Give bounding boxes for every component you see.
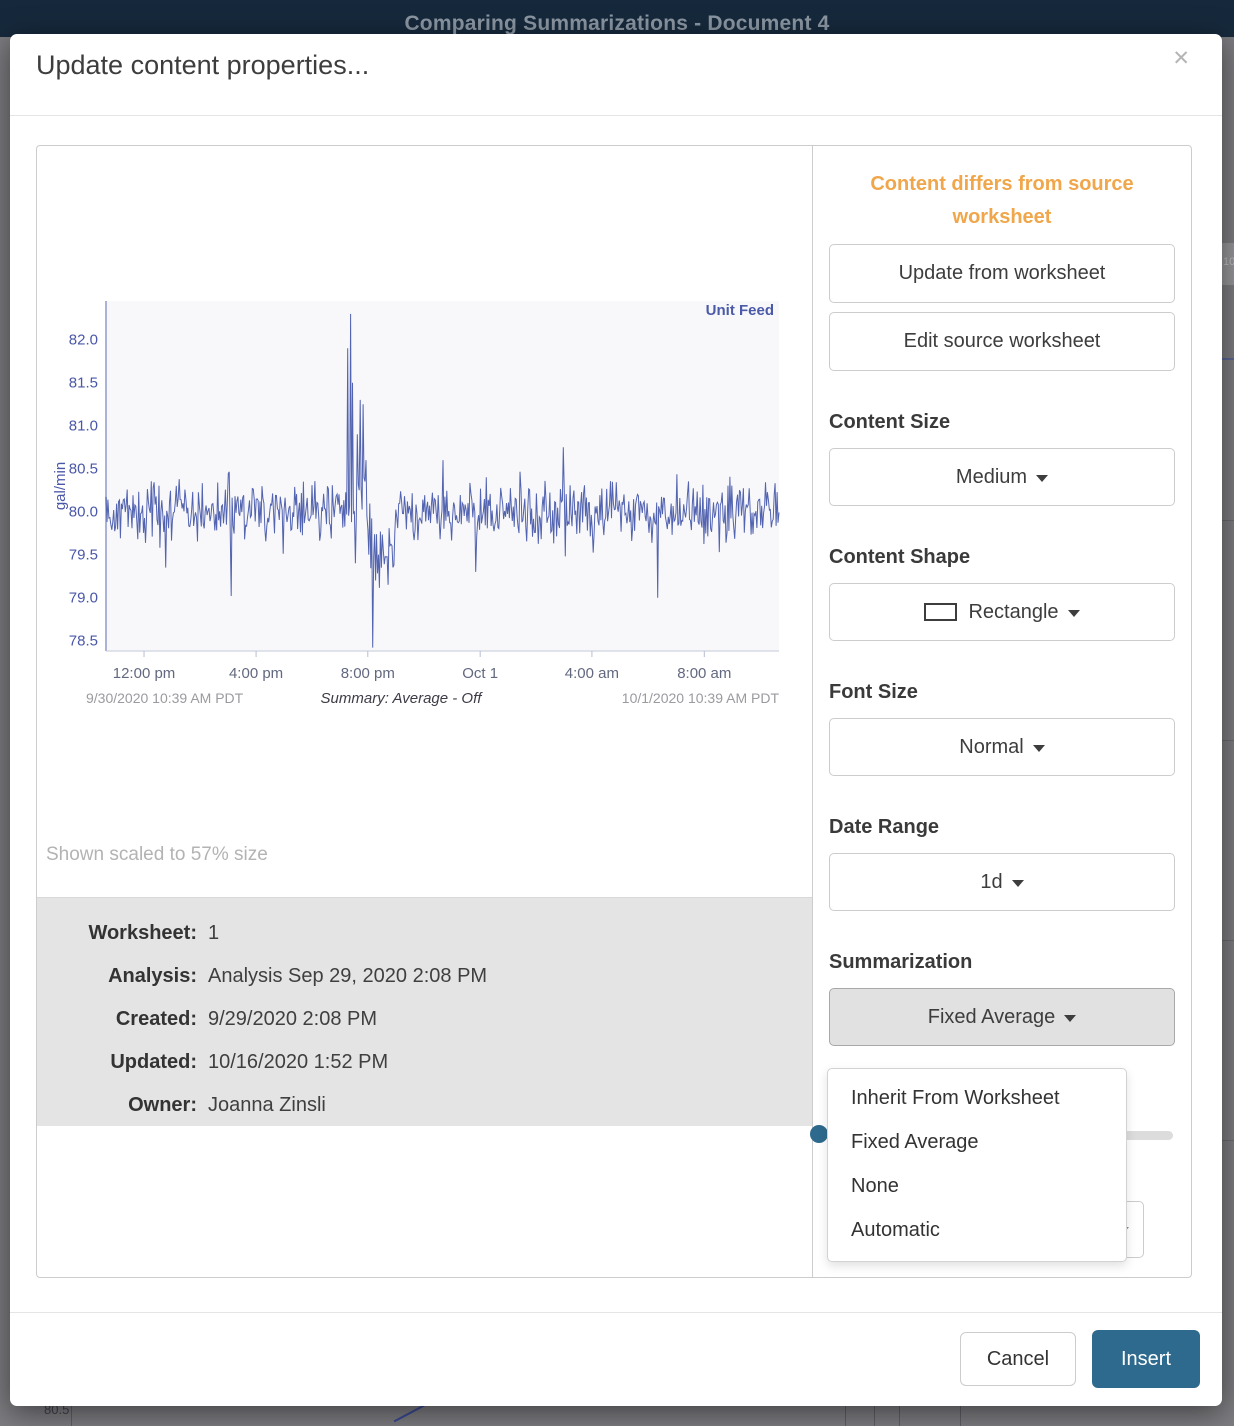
background-gridline bbox=[960, 1406, 961, 1426]
background-gridline bbox=[1222, 520, 1234, 521]
summarization-menu: Inherit From Worksheet Fixed Average Non… bbox=[827, 1068, 1127, 1262]
document-title: Comparing Summarizations - Document 4 bbox=[0, 12, 1234, 36]
x-tick-label: Oct 1 bbox=[462, 665, 498, 682]
background-gridline bbox=[1222, 740, 1234, 741]
y-tick-label: 81.0 bbox=[69, 418, 98, 435]
date-range-heading: Date Range bbox=[829, 816, 1175, 839]
y-tick-label: 79.5 bbox=[69, 547, 98, 564]
background-trend-line bbox=[1222, 358, 1234, 360]
update-content-properties-dialog: Update content properties... ✕ 78.579.07… bbox=[10, 34, 1222, 1406]
update-from-worksheet-button[interactable]: Update from worksheet bbox=[829, 244, 1175, 303]
content-shape-heading: Content Shape bbox=[829, 546, 1175, 569]
y-tick-label: 80.0 bbox=[69, 504, 98, 521]
background-gridline bbox=[874, 1406, 875, 1426]
metadata-value: 1 bbox=[208, 922, 219, 945]
dialog-title: Update content properties... bbox=[36, 50, 369, 81]
chevron-down-icon bbox=[1068, 610, 1080, 617]
x-tick-label: 8:00 pm bbox=[341, 665, 395, 682]
legend-label: Unit Feed bbox=[706, 302, 774, 319]
metadata-row-worksheet: Worksheet: 1 bbox=[37, 912, 812, 955]
font-size-heading: Font Size bbox=[829, 681, 1175, 704]
trend-chart: 78.5 79.0 79.5 80.0 80.5 81.0 81.5 82.0 12:00 pm… bbox=[51, 291, 796, 716]
content-size-dropdown[interactable]: Medium bbox=[829, 448, 1175, 506]
chevron-down-icon bbox=[1064, 1015, 1076, 1022]
x-tick-label: 12:00 pm bbox=[113, 665, 176, 682]
background-gridline bbox=[1222, 1140, 1234, 1141]
metadata-row-created: Created: 9/29/2020 2:08 PM bbox=[37, 998, 812, 1041]
edit-source-worksheet-button[interactable]: Edit source worksheet bbox=[829, 312, 1175, 371]
chevron-down-icon bbox=[1036, 475, 1048, 482]
x-tick-label: 4:00 pm bbox=[229, 665, 283, 682]
summarization-heading: Summarization bbox=[829, 951, 1175, 974]
menu-item-inherit-from-worksheet[interactable]: Inherit From Worksheet bbox=[828, 1076, 1126, 1120]
date-range-value: 1d bbox=[980, 871, 1002, 894]
content-size-heading: Content Size bbox=[829, 411, 1175, 434]
font-size-value: Normal bbox=[959, 736, 1023, 759]
insert-button[interactable]: Insert bbox=[1092, 1330, 1200, 1388]
cancel-button[interactable]: Cancel bbox=[960, 1332, 1076, 1386]
metadata-value: Analysis Sep 29, 2020 2:08 PM bbox=[208, 965, 487, 988]
content-shape-value: Rectangle bbox=[968, 601, 1058, 624]
y-tick-label: 79.0 bbox=[69, 590, 98, 607]
close-icon[interactable]: ✕ bbox=[1172, 48, 1190, 69]
metadata-panel: Worksheet: 1 Analysis: Analysis Sep 29, … bbox=[37, 898, 812, 1126]
content-preview-chart: 78.5 79.0 79.5 80.0 80.5 81.0 81.5 82.0 12:00 pm… bbox=[51, 291, 796, 716]
summary-status-label: Summary: Average - Off bbox=[321, 690, 484, 707]
content-shape-dropdown[interactable]: Rectangle bbox=[829, 583, 1175, 641]
y-tick-label: 81.5 bbox=[69, 375, 98, 392]
dialog-body: 78.5 79.0 79.5 80.0 80.5 81.0 81.5 82.0 12:00 pm… bbox=[36, 145, 1192, 1278]
content-differs-warning: Content differs from source worksheet bbox=[852, 168, 1152, 234]
content-options-pane: Content differs from source worksheet Up… bbox=[813, 146, 1191, 1277]
font-size-dropdown[interactable]: Normal bbox=[829, 718, 1175, 776]
range-end-label: 10/1/2020 10:39 AM PDT bbox=[622, 690, 780, 706]
metadata-label: Analysis: bbox=[37, 965, 197, 988]
content-size-value: Medium bbox=[956, 466, 1027, 489]
x-tick-label: 8:00 am bbox=[677, 665, 731, 682]
metadata-label: Owner: bbox=[37, 1094, 197, 1117]
y-tick-label: 78.5 bbox=[69, 633, 98, 650]
header-divider bbox=[10, 115, 1222, 116]
metadata-value: 9/29/2020 2:08 PM bbox=[208, 1008, 377, 1031]
chevron-down-icon bbox=[1033, 745, 1045, 752]
menu-item-automatic[interactable]: Automatic bbox=[828, 1208, 1126, 1252]
rectangle-icon bbox=[924, 603, 957, 621]
chevron-down-icon bbox=[1012, 880, 1024, 887]
summarization-dropdown[interactable]: Fixed Average bbox=[829, 988, 1175, 1046]
background-gridline bbox=[71, 1406, 72, 1426]
x-tick-label: 4:00 am bbox=[565, 665, 619, 682]
range-start-label: 9/30/2020 10:39 AM PDT bbox=[86, 690, 244, 706]
background-gridline bbox=[899, 1406, 900, 1426]
summarization-value: Fixed Average bbox=[928, 1006, 1056, 1029]
scale-note: Shown scaled to 57% size bbox=[46, 844, 268, 866]
menu-item-fixed-average[interactable]: Fixed Average bbox=[828, 1120, 1126, 1164]
menu-item-none[interactable]: None bbox=[828, 1164, 1126, 1208]
footer-divider bbox=[10, 1312, 1222, 1313]
background-gridline bbox=[1222, 940, 1234, 941]
metadata-value: 10/16/2020 1:52 PM bbox=[208, 1051, 388, 1074]
metadata-row-updated: Updated: 10/16/2020 1:52 PM bbox=[37, 1041, 812, 1084]
metadata-value: Joanna Zinsli bbox=[208, 1094, 326, 1117]
y-tick-label: 82.0 bbox=[69, 332, 98, 349]
background-axis-value-right: 10 bbox=[1223, 256, 1234, 268]
metadata-label: Created: bbox=[37, 1008, 197, 1031]
summary-slider-thumb[interactable] bbox=[810, 1125, 828, 1143]
metadata-label: Updated: bbox=[37, 1051, 197, 1074]
dialog-footer: Cancel Insert bbox=[10, 1330, 1222, 1390]
metadata-row-owner: Owner: Joanna Zinsli bbox=[37, 1084, 812, 1127]
date-range-dropdown[interactable]: 1d bbox=[829, 853, 1175, 911]
background-gridline bbox=[845, 1406, 846, 1426]
metadata-row-analysis: Analysis: Analysis Sep 29, 2020 2:08 PM bbox=[37, 955, 812, 998]
y-tick-label: 80.5 bbox=[69, 461, 98, 478]
content-preview-pane: 78.5 79.0 79.5 80.0 80.5 81.0 81.5 82.0 12:00 pm… bbox=[37, 146, 813, 1277]
metadata-label: Worksheet: bbox=[37, 922, 197, 945]
y-axis-title: gal/min bbox=[52, 462, 69, 510]
